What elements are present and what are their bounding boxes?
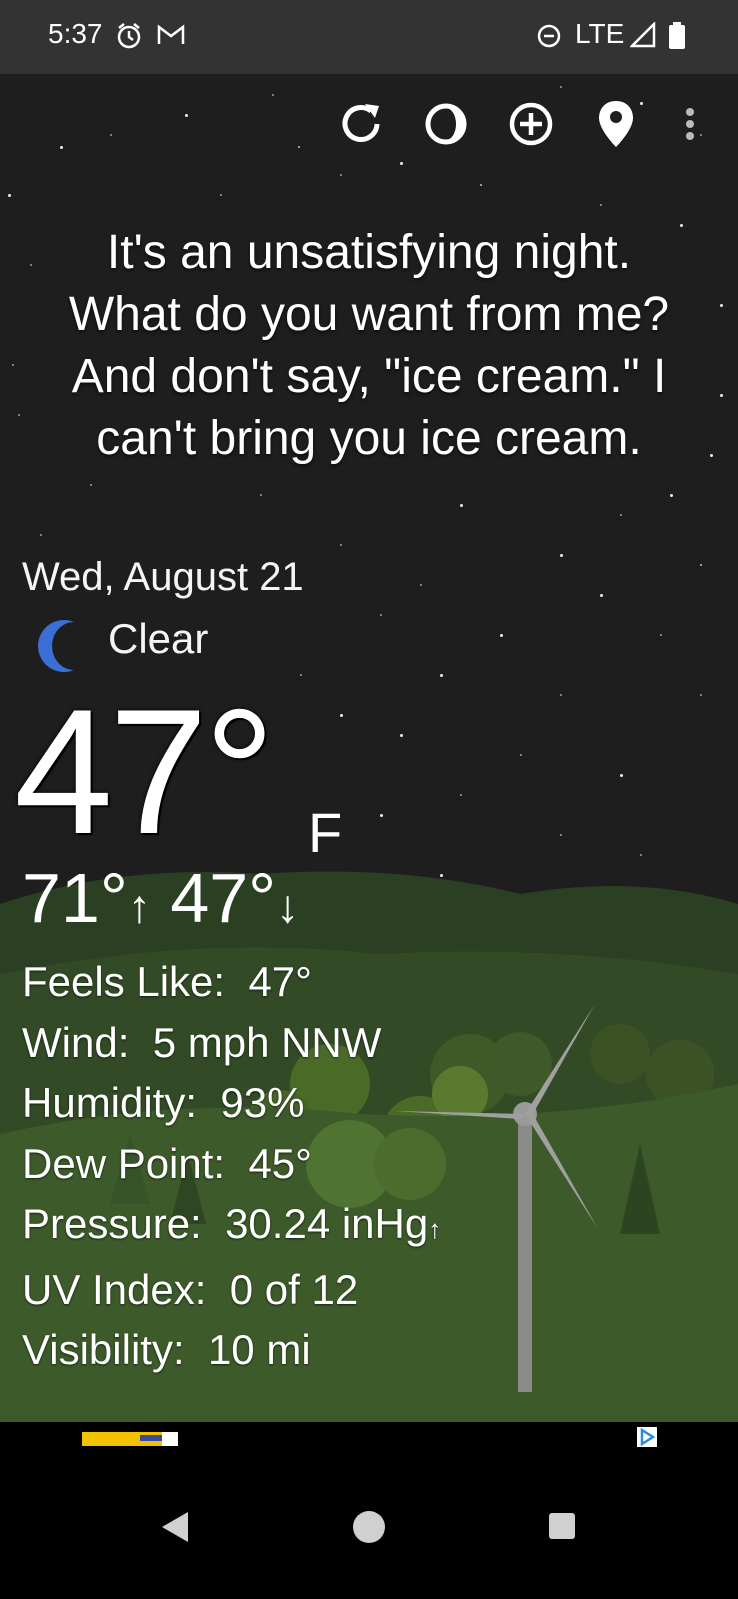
recents-icon — [549, 1513, 575, 1539]
refresh-button[interactable] — [333, 96, 389, 152]
quote-line: It's an unsatisfying night. — [106, 226, 632, 279]
moon-phase-button[interactable] — [418, 96, 474, 152]
back-button[interactable] — [160, 1510, 192, 1549]
detail-row-visibility: Visibility: 10 mi — [22, 1326, 311, 1373]
ad-banner-area[interactable] — [0, 1422, 738, 1476]
crescent-moon-icon — [34, 618, 86, 679]
ad-choices-icon[interactable] — [636, 1426, 658, 1453]
temperature-unit: F — [308, 801, 343, 864]
navigation-bar — [0, 1476, 738, 1599]
status-time: 5:37 — [48, 18, 103, 49]
weather-quote: It's an unsatisfying night. What do you … — [20, 222, 718, 470]
battery-icon — [668, 22, 686, 55]
forecast-date: Wed, August 21 — [22, 555, 304, 599]
location-pin-icon — [599, 101, 633, 147]
detail-row-feels-like: Feels Like: 47° — [22, 958, 312, 1005]
high-low-temperature: 71°↑ 47°↓ — [22, 858, 299, 938]
recents-button[interactable] — [548, 1512, 576, 1545]
gmail-icon — [156, 22, 186, 53]
ad-banner-image[interactable] — [82, 1432, 178, 1446]
current-temperature: 47° — [14, 672, 275, 871]
condition-label: Clear — [108, 615, 209, 662]
home-icon — [353, 1511, 385, 1543]
signal-icon — [628, 20, 656, 53]
detail-row-uv-index: UV Index: 0 of 12 — [22, 1265, 359, 1313]
down-arrow-icon: ↓ — [276, 880, 300, 932]
dnd-icon — [536, 22, 562, 55]
quote-line: can't bring you ice cream. — [96, 412, 642, 465]
status-bar: 5:37 LTE — [0, 0, 738, 74]
detail-row-pressure: Pressure: 30.24 inHg↑ — [22, 1200, 442, 1247]
more-vert-icon — [686, 108, 694, 140]
overflow-menu-button[interactable] — [670, 96, 710, 152]
add-location-button[interactable] — [503, 96, 559, 152]
detail-row-wind: Wind: 5 mph NNW — [22, 1018, 382, 1066]
moon-phase-icon — [425, 103, 467, 145]
refresh-icon — [342, 104, 380, 142]
location-button[interactable] — [588, 96, 644, 152]
back-icon — [162, 1512, 188, 1542]
detail-row-dew-point: Dew Point: 45° — [22, 1139, 312, 1187]
up-arrow-icon: ↑ — [127, 880, 151, 932]
high-temperature: 71° — [22, 859, 128, 937]
add-location-icon — [509, 102, 553, 146]
detail-row-humidity: Humidity: 93% — [22, 1079, 305, 1126]
quote-line: And don't say, "ice cream." I — [71, 350, 667, 403]
alarm-icon — [116, 22, 142, 55]
weather-details: Feels Like: 47° Wind: 5 mph NNW Humidity… — [22, 952, 441, 1381]
low-temperature: 47° — [170, 859, 277, 937]
rising-arrow-icon: ↑ — [428, 1214, 442, 1244]
network-label: LTE — [575, 18, 625, 49]
quote-line: What do you want from me? — [68, 288, 670, 341]
home-button[interactable] — [352, 1510, 386, 1549]
